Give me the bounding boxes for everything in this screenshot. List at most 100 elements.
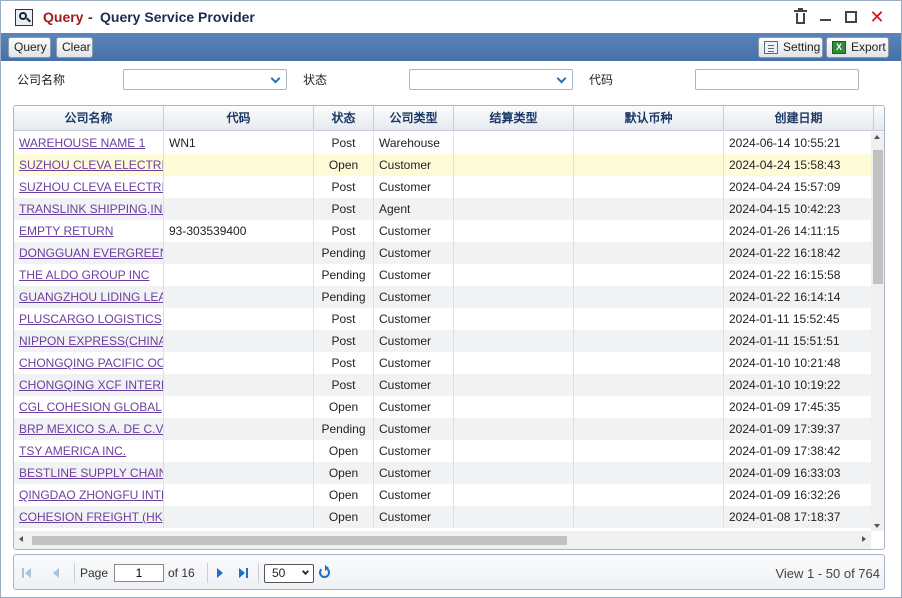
cell-code xyxy=(164,484,314,506)
query-button[interactable]: Query xyxy=(8,37,51,58)
scroll-left-icon[interactable] xyxy=(19,536,23,542)
maximize-icon[interactable] xyxy=(842,8,860,26)
cell-company-type: Customer xyxy=(374,154,454,176)
scroll-up-icon[interactable] xyxy=(874,135,880,139)
table-row[interactable]: TSY AMERICA INC. Open Customer 2024-01-09 1… xyxy=(14,440,871,462)
cell-status: Open xyxy=(314,462,374,484)
vertical-scrollbar[interactable] xyxy=(871,132,884,531)
status-select[interactable] xyxy=(409,69,573,90)
cell-code: 93-303539400 xyxy=(164,220,314,242)
cell-status: Post xyxy=(314,220,374,242)
cell-company-type: Customer xyxy=(374,286,454,308)
cell-company-name[interactable]: DONGGUAN EVERGREEN xyxy=(14,242,164,264)
trash-icon[interactable] xyxy=(792,8,810,26)
next-page-icon[interactable] xyxy=(217,568,225,578)
table-row[interactable]: SUZHOU CLEVA ELECTRIC Open Customer 2024-04… xyxy=(14,154,871,176)
cell-created-date: 2024-01-10 10:19:22 xyxy=(724,374,871,396)
horizontal-scrollbar[interactable] xyxy=(14,531,871,549)
cell-company-name[interactable]: SUZHOU CLEVA ELECTRIC xyxy=(14,154,164,176)
table-row[interactable]: BESTLINE SUPPLY CHAIN Open Customer 2024-01… xyxy=(14,462,871,484)
cell-created-date: 2024-01-22 16:15:58 xyxy=(724,264,871,286)
cell-code xyxy=(164,154,314,176)
table-row[interactable]: WAREHOUSE NAME 1 WN1 Post Warehouse 2024-06-… xyxy=(14,132,871,154)
column-header-settlement-type[interactable]: 结算类型 xyxy=(454,106,574,131)
cell-company-name[interactable]: NIPPON EXPRESS(CHINA) xyxy=(14,330,164,352)
cell-company-name[interactable]: THE ALDO GROUP INC xyxy=(14,264,164,286)
table-row[interactable]: NIPPON EXPRESS(CHINA) Post Customer 2024-01… xyxy=(14,330,871,352)
vertical-scroll-thumb[interactable] xyxy=(873,150,883,284)
cell-company-name[interactable]: WAREHOUSE NAME 1 xyxy=(14,132,164,154)
cell-default-currency xyxy=(574,308,724,330)
cell-company-name[interactable]: CHONGQING PACIFIC OCEAN xyxy=(14,352,164,374)
first-page-icon[interactable] xyxy=(22,568,32,578)
cell-default-currency xyxy=(574,242,724,264)
scroll-down-icon[interactable] xyxy=(874,524,880,528)
column-header-code[interactable]: 代码 xyxy=(164,106,314,131)
cell-default-currency xyxy=(574,220,724,242)
table-row[interactable]: CGL COHESION GLOBAL Open Customer 2024-01-0… xyxy=(14,396,871,418)
window-title-main: Query xyxy=(43,9,84,25)
table-row[interactable]: CHONGQING XCF INTERNATIONAL PostCustomer 2… xyxy=(14,374,871,396)
cell-settlement-type xyxy=(454,154,574,176)
cell-company-name[interactable]: PLUSCARGO LOGISTICS xyxy=(14,308,164,330)
horizontal-scroll-thumb[interactable] xyxy=(32,536,567,545)
table-row[interactable]: EMPTY RETURN 93-303539400 Post Customer 2024… xyxy=(14,220,871,242)
table-row[interactable]: BRP MEXICO S.A. DE C.V. Pending Customer 20… xyxy=(14,418,871,440)
column-header-company-type[interactable]: 公司类型 xyxy=(374,106,454,131)
cell-default-currency xyxy=(574,132,724,154)
page-label: Page xyxy=(80,566,109,580)
column-header-company-name[interactable]: 公司名称 xyxy=(14,106,164,131)
table-row[interactable]: PLUSCARGO LOGISTICS Post Customer 2024-01-1… xyxy=(14,308,871,330)
cell-created-date: 2024-01-09 17:38:42 xyxy=(724,440,871,462)
table-row[interactable]: SUZHOU CLEVA ELECTRIC Post Customer 2024-04… xyxy=(14,176,871,198)
column-header-created-date[interactable]: 创建日期 xyxy=(724,106,874,131)
setting-button-label: Setting xyxy=(783,40,821,54)
page-size-select[interactable]: 50 xyxy=(264,564,314,583)
close-icon[interactable]: ✕ xyxy=(868,8,886,26)
cell-company-name[interactable]: BRP MEXICO S.A. DE C.V. xyxy=(14,418,164,440)
chevron-down-icon[interactable] xyxy=(269,73,283,86)
scroll-right-icon[interactable] xyxy=(862,536,866,542)
setting-button[interactable]: Setting xyxy=(758,37,823,58)
cell-company-type: Customer xyxy=(374,242,454,264)
cell-company-name[interactable]: CHONGQING XCF INTERNATIONAL xyxy=(14,374,164,396)
export-button[interactable]: X Export xyxy=(826,37,889,58)
table-row[interactable]: TRANSLINK SHIPPING,INC Post Agent 2024-04-1… xyxy=(14,198,871,220)
cell-company-name[interactable]: QINGDAO ZHONGFU INTERNATIONAL xyxy=(14,484,164,506)
table-row[interactable]: DONGGUAN EVERGREEN Pending Customer 2024-01… xyxy=(14,242,871,264)
prev-page-icon[interactable] xyxy=(52,568,60,578)
last-page-icon[interactable] xyxy=(239,568,249,578)
chevron-down-icon[interactable] xyxy=(555,73,569,86)
table-row[interactable]: THE ALDO GROUP INC Pending Customer 2024-01… xyxy=(14,264,871,286)
column-header-status[interactable]: 状态 xyxy=(314,106,374,131)
cell-default-currency xyxy=(574,352,724,374)
company-name-select[interactable] xyxy=(123,69,287,90)
cell-company-name[interactable]: BESTLINE SUPPLY CHAIN xyxy=(14,462,164,484)
cell-settlement-type xyxy=(454,418,574,440)
table-row[interactable]: GUANGZHOU LIDING LEATHER PendingCustomer 2… xyxy=(14,286,871,308)
table-row[interactable]: CHONGQING PACIFIC OCEAN PostCustomer 2024-… xyxy=(14,352,871,374)
cell-code xyxy=(164,374,314,396)
minimize-icon[interactable] xyxy=(817,8,835,26)
cell-company-name[interactable]: TSY AMERICA INC. xyxy=(14,440,164,462)
cell-company-name[interactable]: COHESION FREIGHT (HK) xyxy=(14,506,164,528)
cell-status: Post xyxy=(314,308,374,330)
cell-company-type: Customer xyxy=(374,330,454,352)
cell-company-name[interactable]: EMPTY RETURN xyxy=(14,220,164,242)
refresh-icon[interactable] xyxy=(319,565,330,578)
cell-code xyxy=(164,462,314,484)
cell-company-name[interactable]: CGL COHESION GLOBAL xyxy=(14,396,164,418)
table-row[interactable]: QINGDAO ZHONGFU INTERNATIONAL OpenCustome… xyxy=(14,484,871,506)
page-number-input[interactable] xyxy=(114,564,164,582)
clear-button[interactable]: Clear xyxy=(56,37,93,58)
cell-company-name[interactable]: TRANSLINK SHIPPING,INC xyxy=(14,198,164,220)
table-row[interactable]: COHESION FREIGHT (HK) Open Customer 2024-01… xyxy=(14,506,871,528)
cell-created-date: 2024-01-22 16:14:14 xyxy=(724,286,871,308)
column-header-default-currency[interactable]: 默认币种 xyxy=(574,106,724,131)
cell-company-type: Customer xyxy=(374,264,454,286)
cell-company-name[interactable]: SUZHOU CLEVA ELECTRIC xyxy=(14,176,164,198)
code-input[interactable] xyxy=(695,69,859,90)
window-title-sub: Query Service Provider xyxy=(100,9,255,25)
cell-company-name[interactable]: GUANGZHOU LIDING LEATHER xyxy=(14,286,164,308)
cell-code xyxy=(164,308,314,330)
